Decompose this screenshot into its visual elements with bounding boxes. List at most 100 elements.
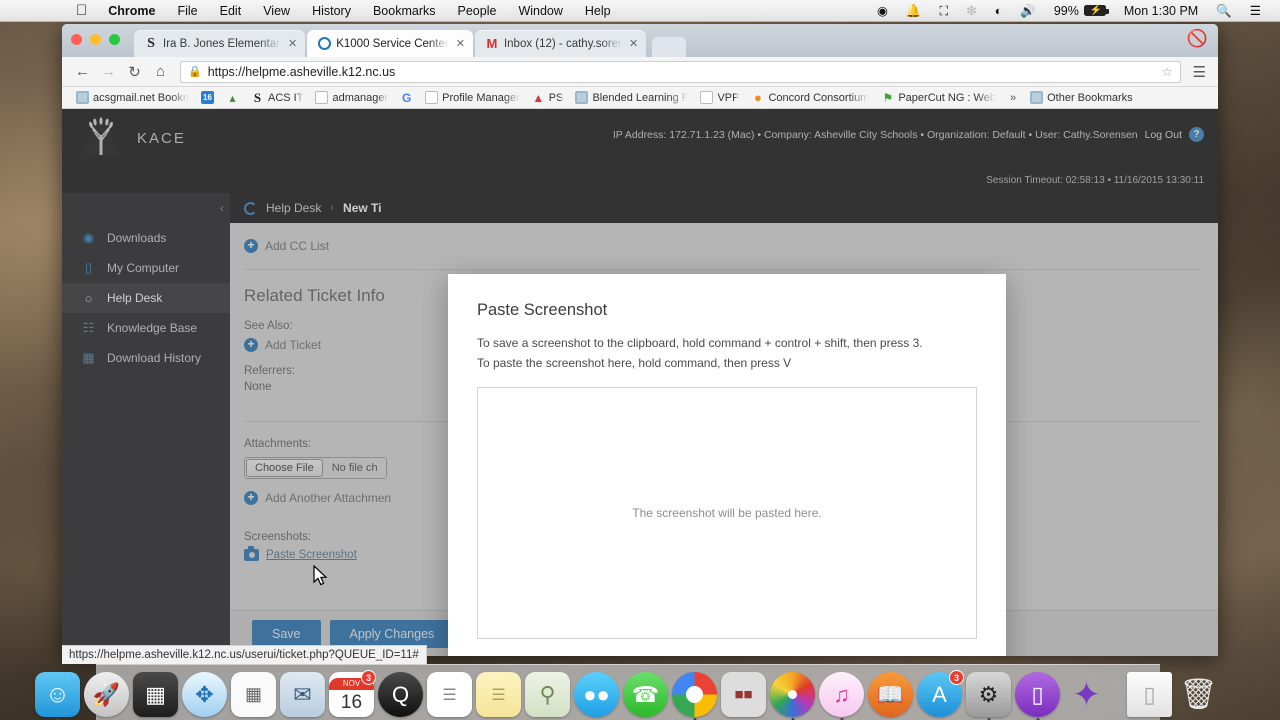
dock-item-safari[interactable]: ✥ [182,672,227,717]
window-controls[interactable] [71,34,120,45]
bookmark-item[interactable]: admanager [309,91,394,104]
chrome-tabstrip: S Ira B. Jones Elementary: H ✕ K1000 Ser… [62,24,1218,57]
bookmark-item[interactable]: Profile Manager [419,91,526,104]
dock-item-messages[interactable]: ●● [574,672,619,717]
address-bar[interactable]: 🔒 https://helpme.asheville.k12.nc.us ☆ [180,60,1181,83]
menu-people[interactable]: People [447,0,508,22]
tab-title: Inbox (12) - cathy.sorense [503,37,622,50]
dock-item-mail[interactable]: ✉ [280,672,325,717]
documents-stack-icon[interactable]: ▯ [1127,672,1172,717]
bookmark-label: PS [548,91,564,104]
menu-history[interactable]: History [301,0,362,22]
browser-tab-2[interactable]: K1000 Service Center ✕ [307,30,473,57]
bookmark-item[interactable]: acsgmail.net Bookm [70,91,195,104]
bookmarks-overflow-button[interactable]: » [1002,92,1024,104]
menu-view[interactable]: View [252,0,301,22]
bookmarks-bar: acsgmail.net Bookm 16 ▴ S ACS IT admanag… [62,87,1218,109]
close-window-button[interactable] [71,34,82,45]
browser-tab-1[interactable]: S Ira B. Jones Elementary: H ✕ [134,30,306,57]
airplay-icon[interactable]: ⛶ [930,0,957,22]
dock-item-mission-control[interactable]: ▦ [133,672,178,717]
mouse-cursor [313,565,328,586]
new-tab-button[interactable] [652,37,687,57]
dock-item-reminders[interactable]: ☰ [427,672,472,717]
menu-file[interactable]: File [166,0,208,22]
battery-status[interactable]: 99% ⚡ [1045,0,1115,22]
dock-item-dashboard[interactable]: ▦ [231,672,276,717]
menu-chrome[interactable]: Chrome [97,0,166,22]
app-store-badge: 3 [949,670,964,685]
dock-item-chrome[interactable] [672,672,717,720]
chrome-menu-icon[interactable]: ☰ [1190,63,1209,81]
menubar-clock[interactable]: Mon 1:30 PM [1115,0,1207,22]
notification-center-icon[interactable]: ☰ [1241,0,1270,22]
tab-title: Ira B. Jones Elementary: H [163,37,281,50]
reload-icon[interactable]: ↻ [123,60,146,83]
dock-item-notes[interactable]: ☰ [476,672,521,717]
bookmark-item[interactable]: ▲ PS [526,91,570,105]
close-tab-icon[interactable]: ✕ [629,37,638,50]
battery-icon: ⚡ [1083,5,1109,16]
notification-bell-icon[interactable]: 🔔 [897,0,931,22]
maximize-window-button[interactable] [109,34,120,45]
minimize-window-button[interactable] [90,34,101,45]
dock-item-maps[interactable]: ⚲ [525,672,570,717]
close-tab-icon[interactable]: ✕ [288,37,297,50]
dock-item-launchpad[interactable]: 🚀 [84,672,129,717]
trash-icon[interactable]: 🗑 [1176,672,1221,717]
blue-square-icon: 16 [201,91,214,104]
bookmark-item[interactable]: S ACS IT [245,90,309,105]
dock-item-itunes[interactable]: ♫ [819,672,864,720]
browser-status-bar: https://helpme.asheville.k12.nc.us/useru… [62,645,427,664]
dialog-instruction-1: To save a screenshot to the clipboard, h… [477,336,923,350]
kace-page: KACE IP Address: 172.71.1.23 (Mac) • Com… [62,109,1218,656]
other-bookmarks-item[interactable]: Other Bookmarks [1024,91,1139,104]
wifi-icon[interactable]: ◐ [986,0,1012,22]
home-icon[interactable]: ⌂ [149,60,172,83]
dock-item-disk-image[interactable]: ▯ [1015,672,1060,720]
dock-item-imovie[interactable]: ✦ [1064,672,1109,717]
dock-item-facetime[interactable]: ☎ [623,672,668,717]
folder-icon [76,91,89,104]
menu-bookmarks[interactable]: Bookmarks [362,0,447,22]
spotlight-search-icon[interactable]: 🔍 [1207,0,1241,22]
forward-arrow-icon[interactable]: → [97,60,120,83]
dock-item-calendar[interactable]: NOV 16 3 [329,670,376,717]
menu-help[interactable]: Help [574,0,622,22]
google-drive-icon: ▴ [229,90,236,105]
bookmark-item[interactable]: ⚑ PaperCut NG : Web [875,91,1002,105]
dialog-instruction-2: To paste the screenshot here, hold comma… [477,356,792,370]
bookmark-label: PaperCut NG : Web [898,91,996,104]
page-icon [425,91,439,104]
menubar-status-items: ◉ 🔔 ⛶ ❇ ◐ 🔊 99% ⚡ Mon 1:30 PM 🔍 ☰ [868,0,1280,22]
dock-item-app-store[interactable]: A3 [917,670,964,717]
dock-item-quicktime[interactable]: Q [378,672,423,717]
close-tab-icon[interactable]: ✕ [456,37,465,50]
dock-item-ibooks[interactable]: 📖 [868,672,913,717]
page-icon [700,91,714,104]
bookmark-item[interactable]: ● Concord Consortium [745,90,875,105]
bookmark-label: Blended Learning F [592,91,689,104]
bookmark-item[interactable]: ▴ [220,90,245,105]
menu-edit[interactable]: Edit [209,0,253,22]
screenshot-dropzone[interactable]: The screenshot will be pasted here. [477,387,977,639]
record-icon[interactable]: ◉ [868,0,897,22]
back-arrow-icon[interactable]: ← [71,60,94,83]
bookmark-label: VPP [717,91,740,104]
bookmark-item[interactable]: Blended Learning F [569,91,694,104]
bookmark-star-icon[interactable]: ☆ [1162,65,1173,79]
dock-item-photos[interactable] [770,672,815,720]
apple-menu-icon[interactable]:  [76,0,97,22]
dock-item-photo-booth[interactable]: ■■ [721,672,766,717]
profile-avatar-icon[interactable]: 🚫 [1187,29,1208,49]
bluetooth-icon[interactable]: ❇ [957,0,985,22]
bookmark-item[interactable]: VPP [694,91,745,104]
dock-item-system-preferences[interactable]: ⚙ [966,672,1011,720]
bookmark-item[interactable]: G [394,91,419,105]
bookmark-item[interactable]: 16 [195,91,220,104]
dock-item-finder[interactable]: ☺ [35,672,80,720]
screen:  Chrome File Edit View History Bookmark… [0,0,1280,720]
volume-icon[interactable]: 🔊 [1011,0,1045,22]
menu-window[interactable]: Window [507,0,573,22]
browser-tab-3[interactable]: M Inbox (12) - cathy.sorense ✕ [474,30,647,57]
